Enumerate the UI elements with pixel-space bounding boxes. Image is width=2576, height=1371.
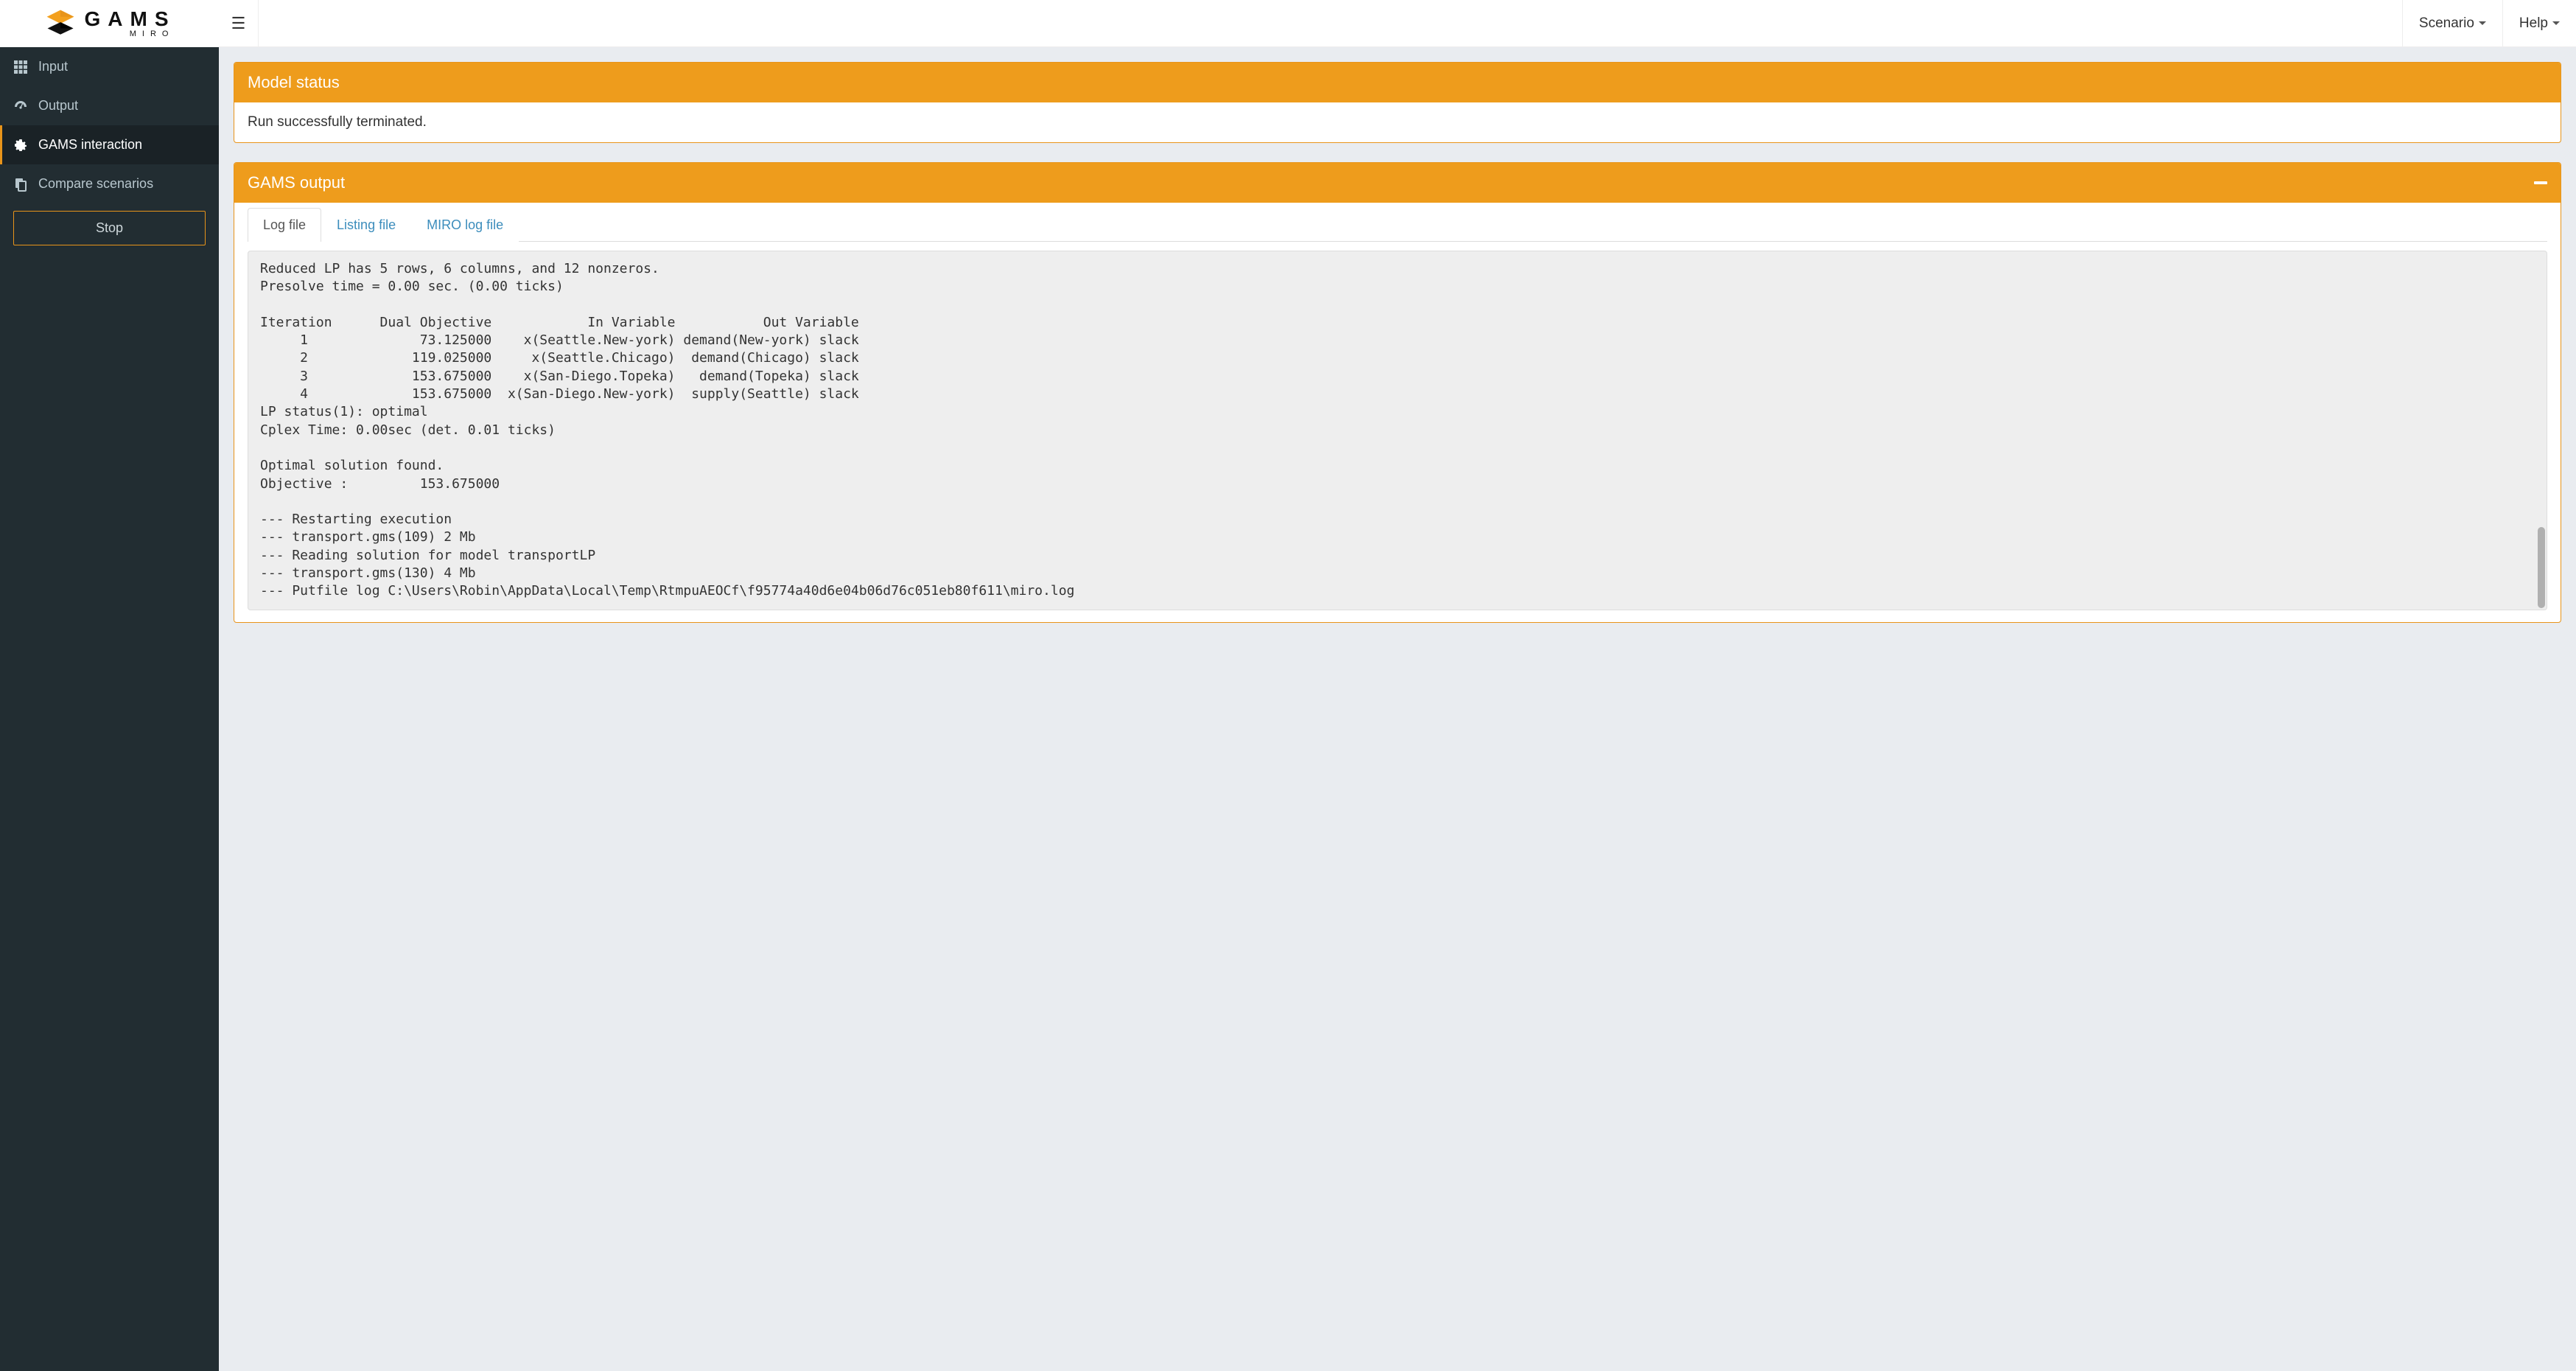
grid-icon [13, 60, 28, 74]
topbar: ☰ Scenario Help [219, 0, 2576, 47]
stop-button[interactable]: Stop [13, 211, 206, 245]
gams-logo-icon [43, 7, 77, 41]
panel-header-model-status: Model status [234, 63, 2561, 102]
panel-body-gams-output: Log file Listing file MIRO log file Redu… [234, 203, 2561, 622]
menu-help[interactable]: Help [2502, 0, 2576, 47]
log-output[interactable]: Reduced LP has 5 rows, 6 columns, and 12… [248, 251, 2547, 610]
tab-listing-file[interactable]: Listing file [321, 208, 411, 242]
logo-subline: MIRO [130, 29, 175, 38]
panel-title: GAMS output [248, 173, 345, 192]
content: Model status Run successfully terminated… [219, 47, 2576, 1371]
hamburger-icon: ☰ [231, 14, 246, 33]
chevron-down-icon [2552, 21, 2560, 25]
menu-label: Help [2519, 15, 2548, 32]
collapse-toggle[interactable] [2534, 181, 2547, 184]
logo: GAMS MIRO [0, 0, 219, 47]
sidebar-item-input[interactable]: Input [0, 47, 219, 86]
sidebar: GAMS MIRO Input Output GAMS interaction … [0, 0, 219, 1371]
sidebar-item-label: Output [38, 98, 78, 114]
sidebar-toggle-button[interactable]: ☰ [219, 0, 259, 47]
copy-icon [13, 177, 28, 192]
menu-scenario[interactable]: Scenario [2402, 0, 2502, 47]
tab-log-file[interactable]: Log file [248, 208, 321, 242]
logo-wordmark: GAMS [85, 9, 176, 29]
tab-label: MIRO log file [427, 217, 503, 232]
tab-label: Listing file [337, 217, 396, 232]
panel-body-model-status: Run successfully terminated. [234, 102, 2561, 142]
main-area: ☰ Scenario Help Model status Run success… [219, 0, 2576, 1371]
tab-miro-log-file[interactable]: MIRO log file [411, 208, 519, 242]
stop-button-label: Stop [96, 220, 123, 235]
sidebar-item-gams-interaction[interactable]: GAMS interaction [0, 125, 219, 164]
menu-label: Scenario [2419, 15, 2474, 32]
sidebar-item-label: GAMS interaction [38, 137, 142, 153]
panel-gams-output: GAMS output Log file Listing file MIRO l… [234, 162, 2561, 623]
gear-icon [13, 138, 28, 153]
sidebar-item-label: Input [38, 59, 68, 74]
output-tabs: Log file Listing file MIRO log file [248, 207, 2547, 242]
scrollbar-thumb[interactable] [2538, 527, 2545, 608]
sidebar-item-compare-scenarios[interactable]: Compare scenarios [0, 164, 219, 203]
panel-model-status: Model status Run successfully terminated… [234, 62, 2561, 143]
model-status-text: Run successfully terminated. [248, 114, 427, 130]
sidebar-item-output[interactable]: Output [0, 86, 219, 125]
log-output-text: Reduced LP has 5 rows, 6 columns, and 12… [260, 261, 1074, 599]
panel-title: Model status [248, 73, 340, 92]
chevron-down-icon [2479, 21, 2486, 25]
tab-label: Log file [263, 217, 306, 232]
gauge-icon [13, 99, 28, 114]
sidebar-item-label: Compare scenarios [38, 176, 153, 192]
panel-header-gams-output: GAMS output [234, 163, 2561, 203]
